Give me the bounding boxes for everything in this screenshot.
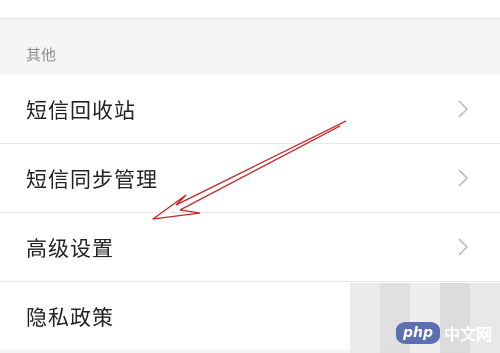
previous-section-card bbox=[0, 0, 500, 19]
menu-item-label: 高级设置 bbox=[26, 237, 114, 261]
menu-item-label: 短信回收站 bbox=[26, 99, 136, 123]
menu-item-label: 隐私政策 bbox=[26, 306, 114, 330]
watermark-site-text: 中文网 bbox=[443, 325, 492, 344]
menu-item-advanced-settings[interactable]: 高级设置 bbox=[0, 212, 500, 281]
watermark-php-badge: php bbox=[395, 322, 440, 344]
section-header: 其他 bbox=[0, 19, 500, 74]
watermark: php 中文网 bbox=[350, 283, 500, 353]
chevron-right-icon bbox=[458, 100, 469, 118]
menu-item-sms-recycle-bin[interactable]: 短信回收站 bbox=[0, 75, 500, 143]
menu-item-label: 短信同步管理 bbox=[26, 168, 158, 192]
chevron-right-icon bbox=[458, 169, 469, 187]
section-label-other: 其他 bbox=[26, 46, 57, 64]
chevron-right-icon bbox=[458, 238, 469, 256]
menu-item-sms-sync-management[interactable]: 短信同步管理 bbox=[0, 143, 500, 212]
watermark-logo: php 中文网 bbox=[395, 321, 492, 345]
